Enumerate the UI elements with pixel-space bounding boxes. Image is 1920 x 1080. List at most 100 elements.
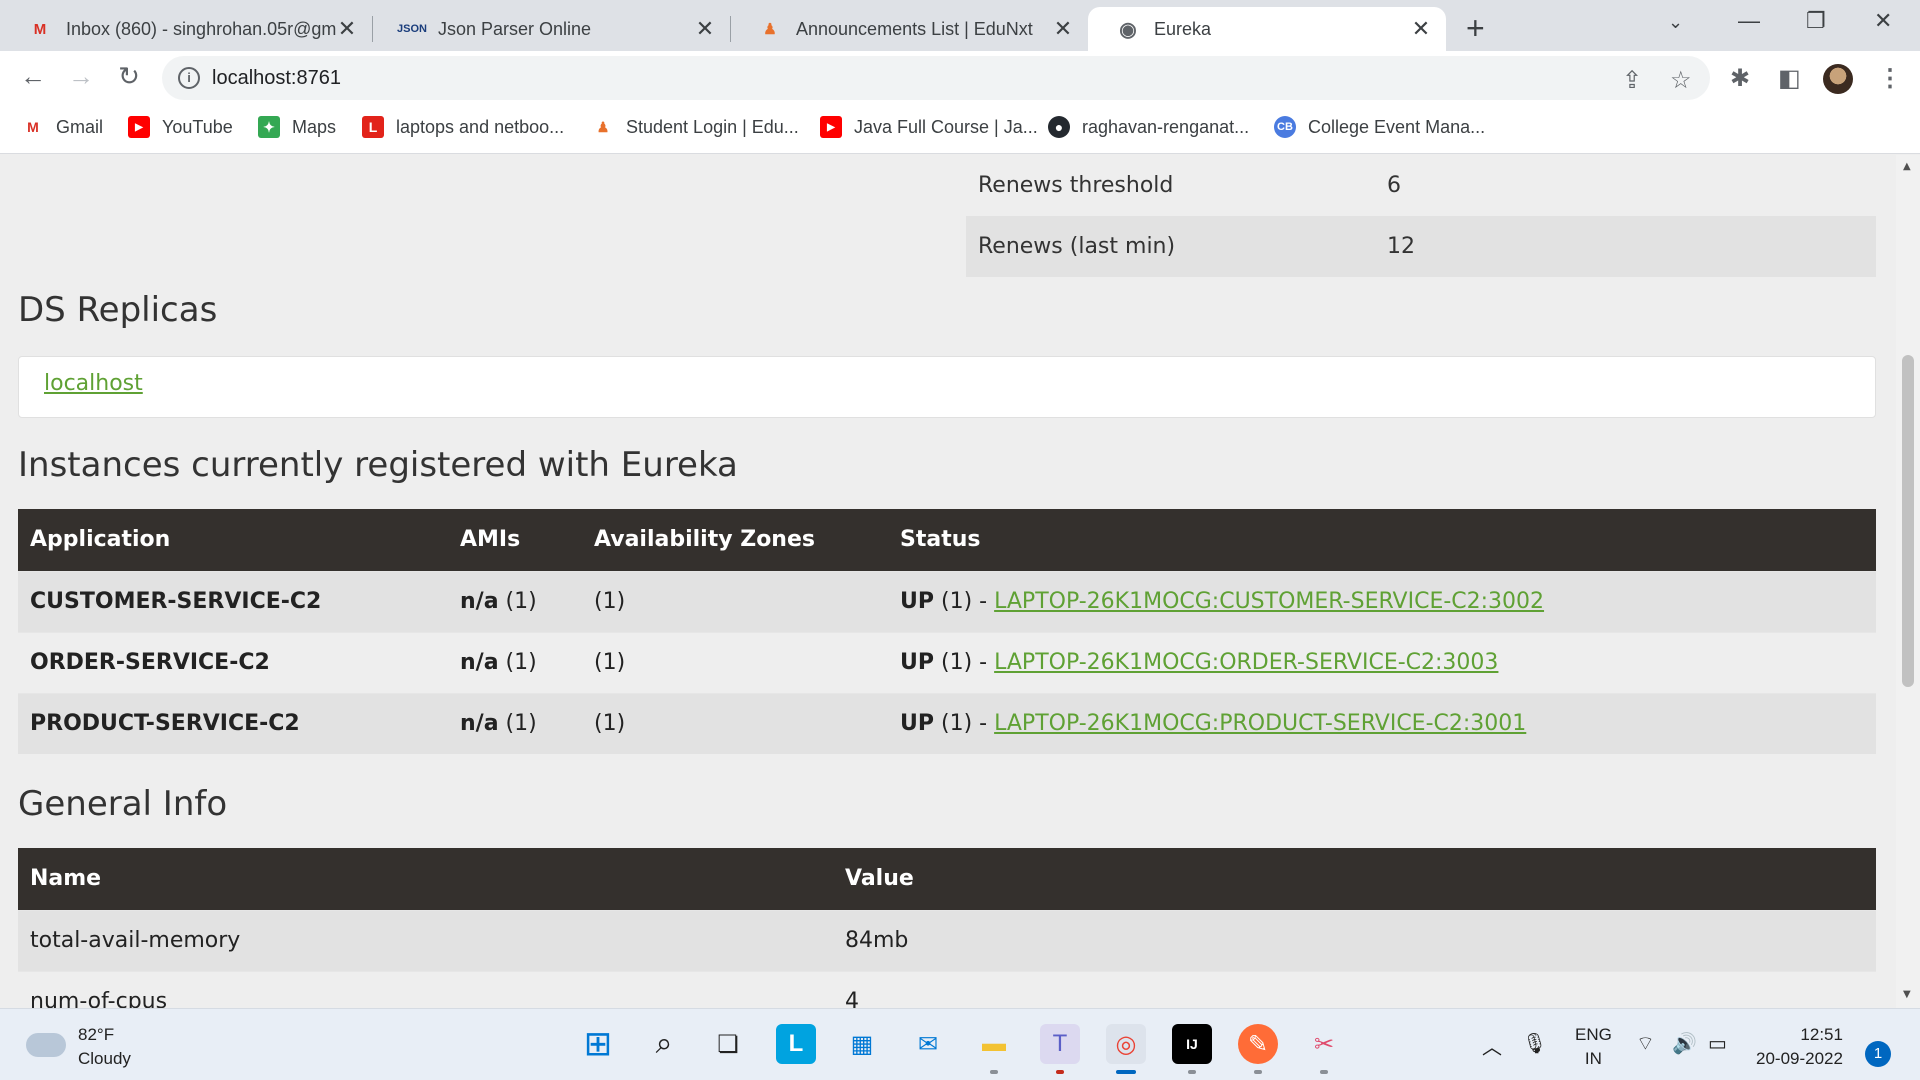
scrollbar-thumb[interactable] — [1902, 355, 1914, 687]
language-code: ENG — [1575, 1025, 1612, 1044]
edunxt-icon: ♟ — [596, 118, 610, 135]
bookmark-label: YouTube — [162, 116, 233, 137]
renews-label: Renews (last min) — [978, 234, 1176, 259]
bookmark-github[interactable]: ● raghavan-renganat... — [1048, 116, 1249, 138]
status-cell: UP (1) - LAPTOP-26K1MOCG:CUSTOMER-SERVIC… — [888, 570, 1876, 632]
instance-link[interactable]: LAPTOP-26K1MOCG:CUSTOMER-SERVICE-C2:3002 — [994, 589, 1544, 614]
new-tab-button[interactable]: + — [1466, 10, 1485, 47]
renews-value: 6 — [1387, 173, 1401, 198]
bookmark-label: laptops and netboo... — [396, 116, 565, 137]
tab-edunxt[interactable]: ♟ Announcements List | EduNxt ✕ — [730, 7, 1088, 51]
info-value: 84mb — [833, 909, 1876, 971]
lenovo-app-icon[interactable]: L — [776, 1024, 816, 1064]
weather-condition: Cloudy — [78, 1049, 131, 1068]
site-info-icon[interactable]: i — [178, 67, 200, 89]
running-indicator — [1056, 1070, 1064, 1074]
mail-icon[interactable]: ✉ — [908, 1024, 948, 1064]
gmail-icon: M — [27, 119, 39, 135]
globe-icon: ◉ — [1119, 18, 1137, 41]
column-header: AMIs — [448, 509, 582, 571]
menu-icon[interactable]: ⋮ — [1878, 64, 1902, 93]
intellij-icon[interactable]: IJ — [1172, 1024, 1212, 1064]
wifi-icon[interactable]: ⌔ — [1636, 1031, 1655, 1056]
table-row: num-of-cpus 4 — [18, 970, 1876, 1008]
maps-icon: ✦ — [258, 116, 280, 138]
chrome-icon[interactable]: ◎ — [1106, 1024, 1146, 1064]
close-tab-icon[interactable]: ✕ — [336, 16, 358, 42]
info-name: num-of-cpus — [18, 970, 833, 1008]
instances-heading: Instances currently registered with Eure… — [18, 445, 738, 485]
bookmark-star-icon[interactable]: ☆ — [1670, 66, 1692, 95]
bookmark-maps[interactable]: ✦ Maps — [258, 116, 336, 138]
info-name: total-avail-memory — [18, 909, 833, 971]
bookmark-gmail[interactable]: M Gmail — [22, 116, 103, 138]
tab-search-icon[interactable]: ⌄ — [1668, 12, 1683, 33]
ami-count: (1) — [505, 650, 537, 675]
cloud-icon — [26, 1033, 66, 1057]
minimize-button[interactable]: — — [1738, 8, 1760, 34]
column-header: Value — [833, 848, 1876, 910]
github-icon: ● — [1048, 116, 1070, 138]
forward-button[interactable]: → — [64, 61, 98, 92]
bookmark-student-login[interactable]: ♟ Student Login | Edu... — [592, 116, 799, 138]
instance-link[interactable]: LAPTOP-26K1MOCG:PRODUCT-SERVICE-C2:3001 — [994, 711, 1526, 736]
side-panel-icon[interactable]: ◧ — [1778, 64, 1801, 93]
share-icon[interactable]: ⇪ — [1622, 66, 1642, 95]
tab-title: Eureka — [1154, 18, 1212, 39]
table-row: Renews threshold 6 — [966, 155, 1876, 216]
scroll-up-arrow-icon[interactable]: ▲ — [1903, 161, 1911, 172]
zones-cell: (1) — [582, 570, 888, 632]
scroll-down-arrow-icon[interactable]: ▼ — [1903, 989, 1911, 1000]
close-tab-icon[interactable]: ✕ — [1052, 16, 1074, 42]
snipping-tool-icon[interactable]: ✂ — [1304, 1024, 1344, 1064]
status-badge: UP — [900, 711, 934, 737]
close-tab-icon[interactable]: ✕ — [694, 16, 716, 42]
replica-link[interactable]: localhost — [44, 371, 143, 396]
windows-taskbar: 82°F Cloudy ⊞ ⌕ ❏ L ▦ ✉ ▬ T ◎ IJ ✎ ✂ ︿ 🎙… — [0, 1008, 1920, 1080]
notification-badge[interactable]: 1 — [1865, 1041, 1891, 1067]
instance-link[interactable]: LAPTOP-26K1MOCG:ORDER-SERVICE-C2:3003 — [994, 650, 1498, 675]
ami-value: n/a — [460, 589, 499, 614]
running-indicator — [1254, 1070, 1262, 1074]
json-icon: JSON — [397, 23, 427, 35]
tab-eureka[interactable]: ◉ Eureka ✕ — [1088, 7, 1446, 51]
browser-toolbar: ← → ↻ i localhost:8761 ⇪ ☆ ✱ ◧ ⋮ — [0, 51, 1920, 104]
postman-icon[interactable]: ✎ — [1238, 1024, 1278, 1064]
microsoft-store-icon[interactable]: ▦ — [842, 1024, 882, 1064]
page-scrollbar[interactable]: ▲ ▼ — [1896, 155, 1920, 1008]
bookmark-youtube[interactable]: ▶ YouTube — [128, 116, 233, 138]
back-button[interactable]: ← — [16, 61, 50, 92]
volume-icon[interactable]: 🔊 — [1672, 1031, 1697, 1056]
bookmark-label: Gmail — [56, 116, 104, 137]
close-tab-icon[interactable]: ✕ — [1410, 16, 1432, 42]
show-hidden-icons-chevron-icon[interactable]: ︿ — [1482, 1031, 1502, 1060]
microphone-muted-icon[interactable]: 🎙 — [1522, 1031, 1547, 1056]
teams-icon[interactable]: T — [1040, 1024, 1080, 1064]
clock[interactable]: 12:51 20-09-2022 — [1756, 1023, 1843, 1071]
status-badge: UP — [900, 589, 934, 614]
avatar[interactable] — [1823, 64, 1853, 94]
lenovo-icon: L — [362, 116, 384, 138]
status-count: (1) - — [941, 589, 988, 614]
task-view-icon[interactable]: ❏ — [708, 1024, 748, 1064]
status-cell: UP (1) - LAPTOP-26K1MOCG:PRODUCT-SERVICE… — [888, 692, 1876, 754]
tab-gmail[interactable]: M Inbox (860) - singhrohan.05r@gm ✕ — [0, 7, 372, 51]
close-window-button[interactable]: ✕ — [1874, 8, 1892, 34]
file-explorer-icon[interactable]: ▬ — [974, 1024, 1014, 1064]
ami-value: n/a — [460, 711, 499, 737]
restore-button[interactable]: ❐ — [1806, 8, 1826, 34]
address-bar[interactable]: i localhost:8761 ⇪ ☆ — [162, 56, 1710, 100]
bookmark-college-event[interactable]: CB College Event Mana... — [1274, 116, 1485, 138]
weather-widget[interactable]: 82°F Cloudy — [26, 1023, 131, 1071]
tab-json-parser[interactable]: JSON Json Parser Online ✕ — [372, 7, 730, 51]
url-text[interactable]: localhost:8761 — [212, 67, 341, 90]
windows-start-icon[interactable]: ⊞ — [578, 1024, 618, 1064]
battery-icon[interactable]: ▭ — [1708, 1031, 1727, 1056]
extensions-icon[interactable]: ✱ — [1730, 64, 1750, 93]
application-name: PRODUCT-SERVICE-C2 — [18, 692, 448, 754]
bookmark-laptops[interactable]: L laptops and netboo... — [362, 116, 564, 138]
reload-button[interactable]: ↻ — [112, 61, 146, 92]
search-icon[interactable]: ⌕ — [644, 1024, 684, 1064]
bookmark-java-course[interactable]: ▶ Java Full Course | Ja... — [820, 116, 1038, 138]
language-indicator[interactable]: ENG IN — [1575, 1023, 1612, 1071]
